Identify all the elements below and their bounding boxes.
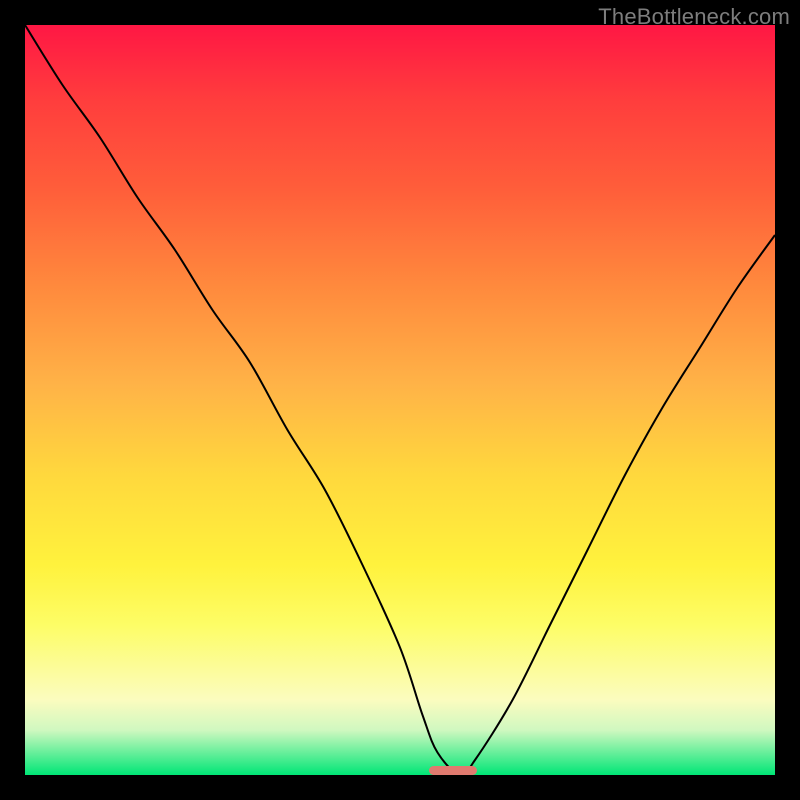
watermark-text: TheBottleneck.com: [598, 4, 790, 30]
chart-frame: TheBottleneck.com: [0, 0, 800, 800]
optimal-marker-pill: [429, 766, 477, 775]
bottleneck-curve: [25, 25, 775, 775]
plot-area: [25, 25, 775, 775]
